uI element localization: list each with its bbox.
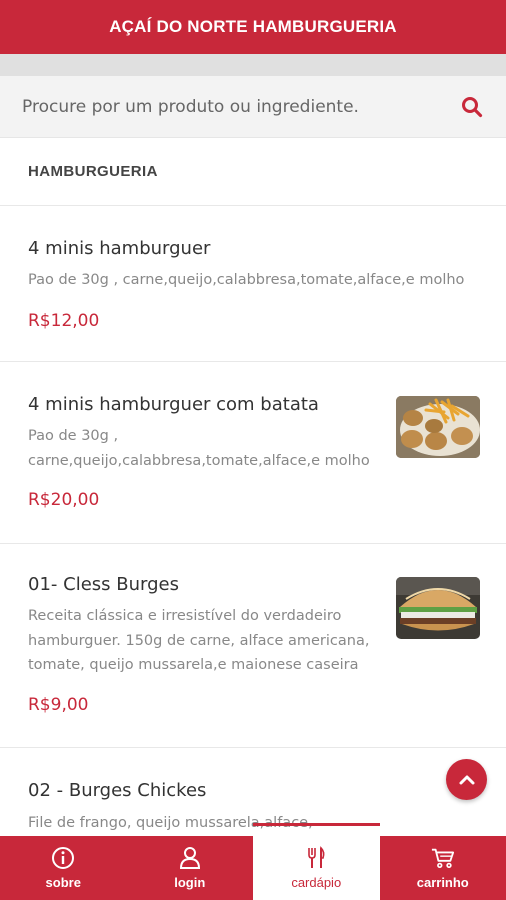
product-item[interactable]: 01- Cless Burges Receita clássica e irre…	[0, 544, 506, 748]
nav-label: login	[174, 875, 206, 890]
nav-label: carrinho	[416, 875, 469, 890]
cutlery-icon	[304, 846, 328, 870]
product-item[interactable]: 4 minis hamburguer Pao de 30g , carne,qu…	[0, 206, 506, 362]
product-name: 02 - Burges Chickes	[28, 780, 207, 801]
product-name: 01- Cless Burges	[28, 574, 179, 595]
product-description-line: Pao de 30g , carne,queijo,calabbresa,tom…	[28, 272, 465, 288]
product-item[interactable]: 4 minis hamburguer com batata Pao de 30g…	[0, 362, 506, 544]
search-icon[interactable]	[460, 95, 484, 119]
product-description-line: hamburguer. 150g de carne, alface americ…	[28, 632, 370, 649]
product-price: R$20,00	[28, 490, 100, 510]
product-description: Receita clássica e irresistível do verda…	[28, 604, 369, 678]
header-divider	[0, 54, 506, 76]
user-icon	[178, 846, 202, 870]
category-title: HAMBURGUERIA	[28, 163, 158, 180]
product-description-line: carne,queijo,calabbresa,tomate,alface,e …	[28, 452, 370, 469]
search-bar	[0, 76, 506, 138]
app-header: AÇAÍ DO NORTE HAMBURGUERIA	[0, 0, 506, 54]
product-description: Pao de 30g , carne,queijo,calabbresa,tom…	[28, 424, 370, 473]
nav-carrinho[interactable]: carrinho	[380, 836, 506, 900]
nav-label: sobre	[45, 875, 81, 890]
category-header: HAMBURGUERIA	[0, 138, 506, 206]
bottom-navigation: sobre login cardápio carrinho	[0, 823, 506, 900]
app-title: AÇAÍ DO NORTE HAMBURGUERIA	[109, 17, 397, 36]
product-price: R$9,00	[28, 695, 89, 715]
product-price: R$12,00	[28, 311, 100, 331]
scroll-to-top-button[interactable]	[446, 759, 487, 800]
nav-label: cardápio	[291, 875, 342, 890]
nav-sobre[interactable]: sobre	[0, 836, 127, 900]
product-description-line: Receita clássica e irresistível do verda…	[28, 608, 342, 624]
product-name: 4 minis hamburguer	[28, 238, 211, 259]
search-input[interactable]	[22, 96, 460, 117]
nav-cardapio[interactable]: cardápio	[253, 823, 380, 900]
product-image[interactable]	[396, 396, 480, 458]
cart-icon	[431, 846, 455, 870]
product-image[interactable]	[396, 577, 480, 639]
info-icon	[51, 846, 75, 870]
nav-login[interactable]: login	[127, 836, 254, 900]
chevron-up-icon	[459, 775, 474, 784]
product-description-line: tomate, queijo mussarela,e maionese case…	[28, 657, 359, 673]
product-description-line: Pao de 30g ,	[28, 428, 119, 444]
product-name: 4 minis hamburguer com batata	[28, 394, 319, 415]
product-description: Pao de 30g , carne,queijo,calabbresa,tom…	[28, 268, 464, 293]
